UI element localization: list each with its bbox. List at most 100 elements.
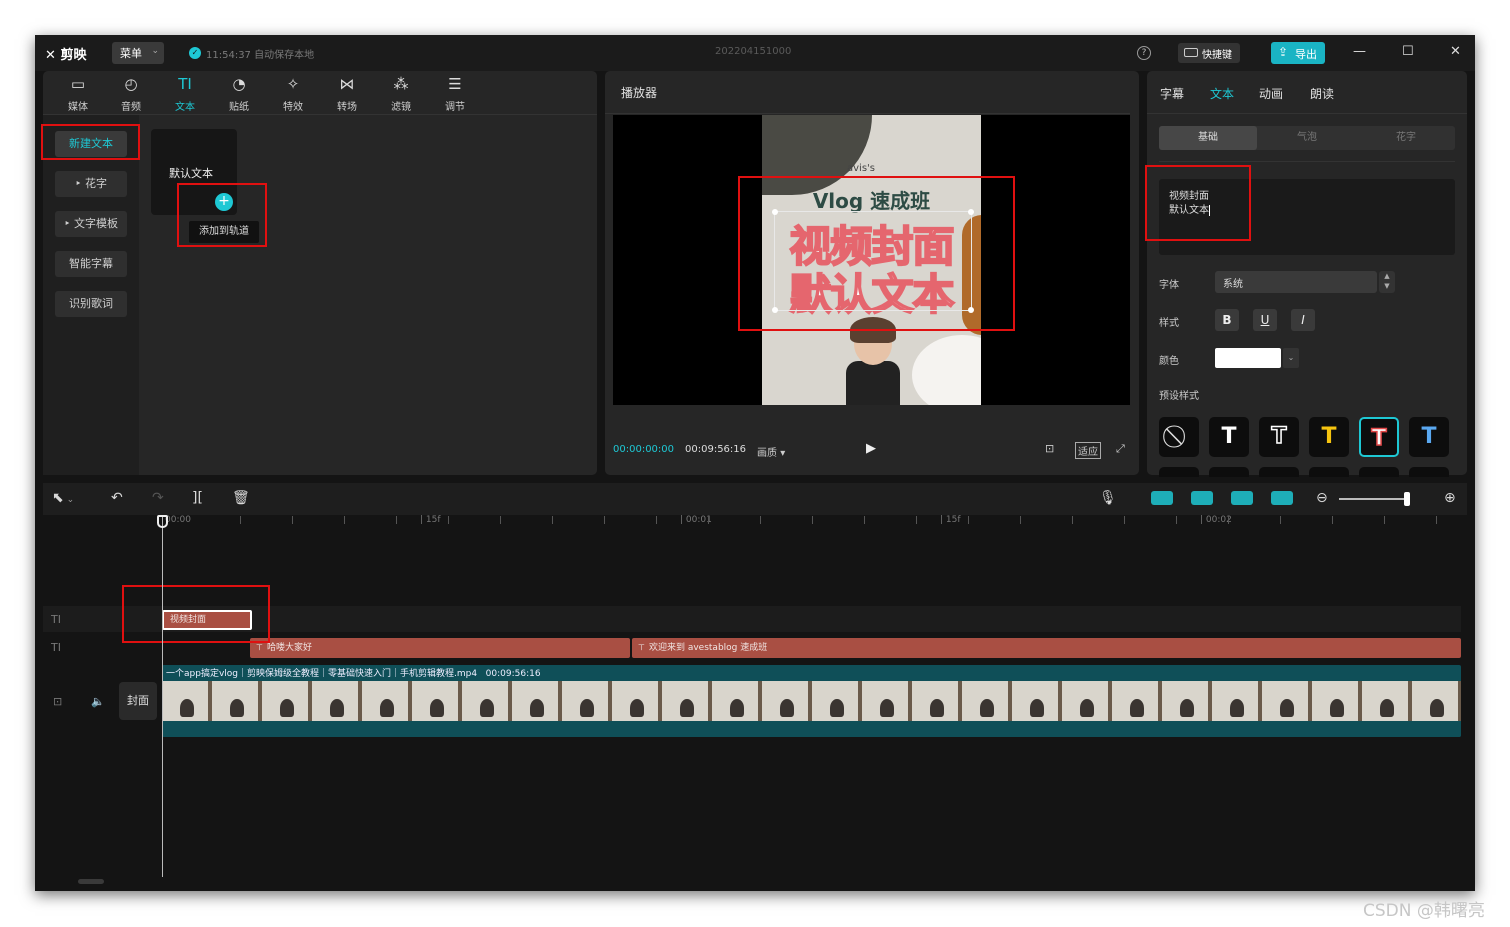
font-stepper[interactable]: ▲ ▼ bbox=[1379, 271, 1395, 293]
sub-tab-basic[interactable]: 基础 bbox=[1159, 126, 1257, 150]
thumbnail-figure bbox=[330, 699, 344, 717]
text-clip-welcome[interactable]: ⊤ 欢迎来到 avestablog 速成班 bbox=[632, 638, 1461, 658]
thumbnail-figure bbox=[630, 699, 644, 717]
playhead-handle[interactable] bbox=[157, 515, 168, 528]
tab-text-props[interactable]: 文本 bbox=[1210, 85, 1234, 102]
zoom-out-icon[interactable]: ⊖ bbox=[1316, 490, 1328, 506]
zoom-slider-handle[interactable] bbox=[1404, 492, 1410, 506]
sidebar-item-auto-caption[interactable]: 智能字幕 bbox=[55, 251, 127, 277]
track-mute-icon[interactable]: 🔈 bbox=[91, 695, 105, 708]
delete-icon[interactable]: 🗑 bbox=[232, 490, 250, 506]
tab-read-aloud[interactable]: 朗读 bbox=[1310, 85, 1334, 102]
zoom-in-icon[interactable]: ⊕ bbox=[1444, 490, 1456, 506]
ruler-label: | 15f bbox=[940, 515, 961, 525]
ruler-tick bbox=[916, 516, 917, 524]
ruler-tick bbox=[1228, 516, 1229, 524]
export-button[interactable]: ⇪ 导出 bbox=[1271, 42, 1325, 64]
preset-none[interactable]: ⃠ bbox=[1159, 417, 1199, 457]
play-button[interactable]: ▶ bbox=[866, 441, 876, 456]
linkage-icon[interactable] bbox=[1231, 491, 1253, 505]
annotation-box-clip bbox=[122, 585, 270, 643]
preset-row2[interactable] bbox=[1359, 467, 1399, 477]
divider bbox=[1147, 113, 1467, 114]
microphone-icon[interactable]: 🎙 bbox=[1099, 490, 1117, 506]
timeline-scrollbar[interactable] bbox=[78, 879, 104, 884]
color-swatch[interactable] bbox=[1215, 348, 1281, 368]
preset-yellow[interactable]: T bbox=[1309, 417, 1349, 457]
zoom-slider[interactable] bbox=[1339, 498, 1409, 500]
tab-text[interactable]: TI 文本 bbox=[158, 71, 212, 114]
video-thumbnails bbox=[162, 681, 1461, 721]
thumbnail-figure bbox=[180, 699, 194, 717]
tab-filter[interactable]: ⁂ 滤镜 bbox=[374, 71, 428, 114]
preset-row2[interactable] bbox=[1209, 467, 1249, 477]
preset-red-outline[interactable]: T bbox=[1359, 417, 1399, 457]
video-clip[interactable]: 一个app搞定vlog｜剪映保姆级全教程｜零基础快速入门｜手机剪辑教程.mp4 … bbox=[162, 665, 1461, 737]
waveform-toggle-icon[interactable]: ⊡ bbox=[1045, 442, 1054, 455]
filter-icon: ⁂ bbox=[393, 75, 409, 93]
text-clip-hello[interactable]: ⊤ 哈喽大家好 bbox=[250, 638, 630, 658]
ruler-tick bbox=[968, 516, 969, 524]
font-select[interactable]: 系统 bbox=[1215, 271, 1377, 293]
preset-outline[interactable]: T bbox=[1259, 417, 1299, 457]
ruler-tick bbox=[1280, 516, 1281, 524]
preset-row2[interactable] bbox=[1159, 467, 1199, 477]
help-icon[interactable]: ? bbox=[1137, 46, 1151, 60]
undo-icon[interactable]: ↶ bbox=[111, 490, 123, 506]
underline-button[interactable]: U bbox=[1253, 309, 1277, 331]
font-label: 字体 bbox=[1159, 280, 1179, 291]
link-clips-icon[interactable] bbox=[1151, 491, 1173, 505]
thumbnail-figure bbox=[780, 699, 794, 717]
sub-tab-bubble[interactable]: 气泡 bbox=[1258, 126, 1356, 150]
split-icon[interactable]: ][ bbox=[192, 490, 203, 506]
thumbnail-figure bbox=[1230, 699, 1244, 717]
tab-adjust[interactable]: ☰ 调节 bbox=[428, 71, 482, 114]
minimize-button[interactable]: — bbox=[1353, 44, 1366, 59]
annotation-box-preview bbox=[738, 176, 1015, 331]
redo-icon[interactable]: ↷ bbox=[152, 490, 164, 506]
preset-row2[interactable] bbox=[1409, 467, 1449, 477]
annotation-box-text-input bbox=[1145, 165, 1251, 241]
save-check-icon: ✓ bbox=[189, 47, 201, 59]
shortcut-button[interactable]: 快捷键 bbox=[1178, 43, 1240, 63]
close-button[interactable]: ✕ bbox=[1450, 44, 1461, 59]
text-track-icon: TI bbox=[51, 613, 61, 626]
select-tool-icon[interactable]: ⬉ ⌄ bbox=[52, 490, 74, 506]
cover-button[interactable]: 封面 bbox=[119, 682, 157, 720]
italic-button[interactable]: I bbox=[1291, 309, 1315, 331]
ruler-tick bbox=[1020, 516, 1021, 524]
sub-tab-fancy[interactable]: 花字 bbox=[1357, 126, 1455, 150]
preset-blue[interactable]: T bbox=[1409, 417, 1449, 457]
preset-white[interactable]: T bbox=[1209, 417, 1249, 457]
preset-row2[interactable] bbox=[1309, 467, 1349, 477]
tab-effects[interactable]: ✧ 特效 bbox=[266, 71, 320, 114]
thumbnail-figure bbox=[1030, 699, 1044, 717]
fullscreen-icon[interactable]: ⤢ bbox=[1116, 442, 1125, 456]
text-sidebar: 新建文本 ‣ 花字 ‣ 文字模板 智能字幕 识别歌词 bbox=[43, 115, 139, 475]
playhead[interactable] bbox=[162, 517, 163, 877]
preset-row2[interactable] bbox=[1259, 467, 1299, 477]
maximize-button[interactable]: ☐ bbox=[1402, 44, 1414, 59]
sidebar-item-fancy-text[interactable]: ‣ 花字 bbox=[55, 171, 127, 197]
bg-shape bbox=[912, 335, 981, 405]
tab-subtitle[interactable]: 字幕 bbox=[1160, 85, 1184, 102]
menu-button[interactable]: 菜单 ⌄ bbox=[112, 42, 164, 64]
keyboard-icon bbox=[1184, 48, 1198, 57]
magnet-icon[interactable] bbox=[1191, 491, 1213, 505]
fit-button[interactable]: 适应 bbox=[1075, 442, 1101, 459]
tab-sticker[interactable]: ◔ 贴纸 bbox=[212, 71, 266, 114]
thumbnail-figure bbox=[980, 699, 994, 717]
sidebar-item-text-template[interactable]: ‣ 文字模板 bbox=[55, 211, 127, 237]
sidebar-item-lyrics[interactable]: 识别歌词 bbox=[55, 291, 127, 317]
ruler-tick bbox=[396, 516, 397, 524]
quality-dropdown[interactable]: 画质 ▾ bbox=[757, 444, 785, 459]
bold-button[interactable]: B bbox=[1215, 309, 1239, 331]
tab-animation[interactable]: 动画 bbox=[1259, 85, 1283, 102]
color-dropdown[interactable]: ⌄ bbox=[1283, 348, 1299, 368]
tab-transition[interactable]: ⋈ 转场 bbox=[320, 71, 374, 114]
track-lock-icon[interactable]: ⊡ bbox=[53, 695, 62, 708]
player-title: 播放器 bbox=[621, 86, 658, 100]
tab-media[interactable]: ▭ 媒体 bbox=[51, 71, 105, 114]
preview-axis-icon[interactable] bbox=[1271, 491, 1293, 505]
tab-audio[interactable]: ◴ 音频 bbox=[104, 71, 158, 114]
